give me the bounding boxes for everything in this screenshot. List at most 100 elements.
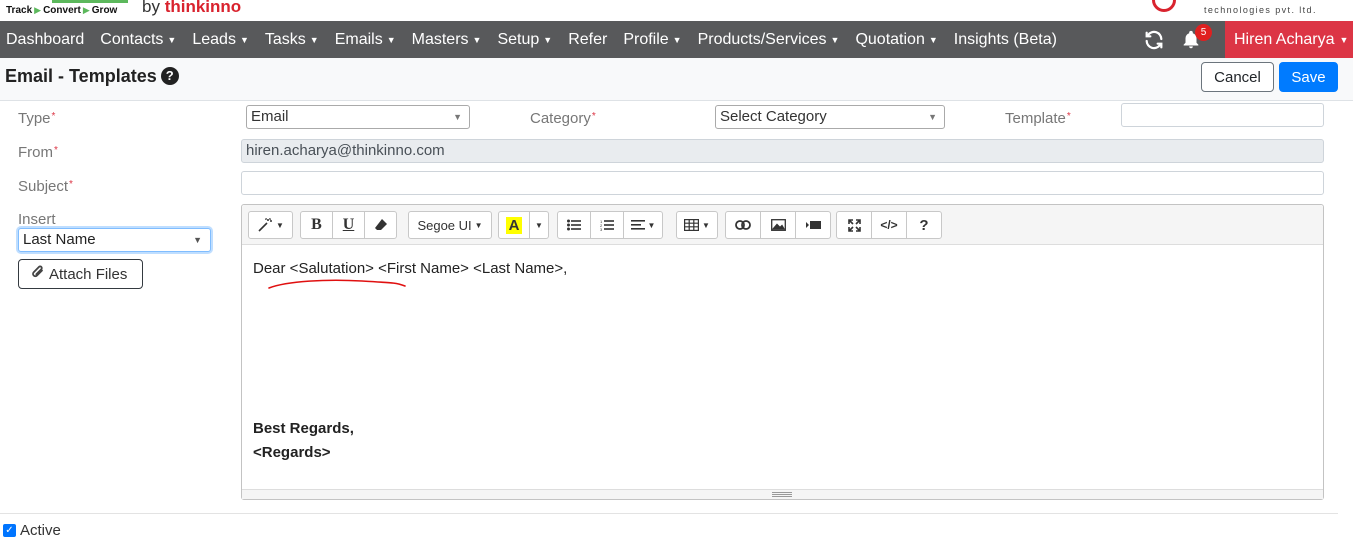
company-logo-icon [1152, 0, 1176, 12]
attach-files-button[interactable]: Attach Files [18, 259, 143, 289]
brand-logo-strip [52, 0, 128, 3]
font-name: Segoe UI [417, 217, 472, 233]
color-dropdown-caret[interactable]: ▼ [529, 211, 549, 239]
page-title: Email - Templates? [5, 66, 179, 87]
paperclip-icon [31, 264, 45, 284]
image-icon[interactable] [760, 211, 796, 239]
caret-down-icon: ▼ [239, 34, 249, 45]
page-header: Email - Templates? Cancel Save [0, 58, 1353, 101]
brand-bar: Track ▶ Convert ▶ Grow by thinkinno technolo… [0, 0, 1353, 21]
ordered-list-icon[interactable]: 123 [590, 211, 624, 239]
video-icon[interactable] [795, 211, 831, 239]
notification-count-badge: 5 [1195, 24, 1212, 41]
from-label-text: From [18, 144, 53, 161]
save-button[interactable]: Save [1279, 62, 1338, 92]
template-label: Template* [1005, 110, 1071, 127]
nav-item-label: Leads [192, 30, 236, 48]
eraser-icon[interactable] [364, 211, 397, 239]
toolbar-table-group: ▼ [676, 211, 718, 239]
tagline-convert: Convert [43, 5, 81, 16]
nav-item-products-services[interactable]: Products/Services ▼ [690, 31, 848, 49]
main-navbar: Dashboard Contacts ▼ Leads ▼ Tasks ▼ Emails ▼ Mas… [0, 21, 1353, 58]
type-label: Type* [18, 110, 55, 127]
bold-icon[interactable]: B [300, 211, 333, 239]
required-asterisk: * [591, 111, 596, 122]
svg-text:3: 3 [600, 227, 603, 231]
editor-greeting-line: Dear <Salutation> <First Name> <Last Nam… [253, 260, 568, 277]
nav-item-insights-beta[interactable]: Insights (Beta) [946, 31, 1065, 49]
rich-text-editor: ▼ B U Segoe UI ▼ A ▼ 123 ▼ ▼ </> ? Dear … [241, 204, 1324, 500]
nav-item-quotation[interactable]: Quotation ▼ [847, 31, 945, 49]
code-view-icon[interactable]: </> [871, 211, 907, 239]
nav-item-label: Setup [497, 30, 540, 48]
toolbar-style-group: ▼ [248, 211, 293, 239]
nav-item-emails[interactable]: Emails ▼ [327, 31, 404, 49]
toolbar-format-group: B U [300, 211, 397, 239]
question-circle-icon[interactable]: ? [160, 67, 179, 85]
toolbar-list-group: 123 ▼ [557, 211, 663, 239]
subject-label: Subject* [18, 178, 73, 195]
help-icon[interactable]: ? [906, 211, 942, 239]
underline-icon[interactable]: U [332, 211, 365, 239]
type-select[interactable]: Email ▼ [246, 105, 470, 129]
unordered-list-icon[interactable] [557, 211, 591, 239]
nav-item-setup[interactable]: Setup ▼ [489, 31, 560, 49]
caret-down-icon: ▼ [672, 34, 682, 45]
brand-tagline: Track ▶ Convert ▶ Grow [6, 5, 117, 16]
cancel-button[interactable]: Cancel [1201, 62, 1274, 92]
subject-input[interactable] [241, 171, 1324, 195]
category-select-value: Select Category [720, 108, 827, 125]
editor-resize-bar[interactable] [242, 489, 1323, 499]
link-icon[interactable] [725, 211, 761, 239]
editor-closing-line: Best Regards, [253, 420, 354, 437]
caret-down-icon: ▼ [830, 34, 840, 45]
nav-item-leads[interactable]: Leads ▼ [184, 31, 257, 49]
toolbar-view-group: </> ? [836, 211, 942, 239]
category-select[interactable]: Select Category ▼ [715, 105, 945, 129]
caret-down-icon: ▼ [309, 34, 319, 45]
template-label-text: Template [1005, 110, 1066, 127]
font-family-dropdown[interactable]: Segoe UI ▼ [408, 211, 492, 239]
editor-signature-line: <Regards> [253, 444, 331, 461]
page-title-text: Email - Templates [5, 66, 157, 86]
nav-item-label: Quotation [855, 30, 925, 48]
nav-item-label: Insights (Beta) [953, 30, 1057, 48]
type-select-value: Email [251, 108, 289, 125]
editor-toolbar: ▼ B U Segoe UI ▼ A ▼ 123 ▼ ▼ </> ? [242, 205, 1323, 245]
insert-select-value: Last Name [23, 231, 96, 248]
paragraph-align-icon[interactable]: ▼ [623, 211, 663, 239]
brand-by-text: by [142, 0, 160, 16]
template-name-input[interactable] [1121, 103, 1324, 127]
nav-item-profile[interactable]: Profile ▼ [615, 31, 689, 49]
refresh-icon[interactable] [1143, 29, 1165, 57]
nav-item-label: Emails [334, 30, 383, 48]
nav-item-dashboard[interactable]: Dashboard [0, 31, 92, 49]
required-asterisk: * [69, 179, 73, 190]
company-logo-subtitle: technologies pvt. ltd. [1204, 5, 1317, 15]
arrow-right-icon: ▶ [82, 5, 90, 15]
fullscreen-icon[interactable] [836, 211, 872, 239]
magic-wand-icon[interactable]: ▼ [248, 211, 293, 239]
type-label-text: Type [18, 110, 51, 127]
nav-menu: Dashboard Contacts ▼ Leads ▼ Tasks ▼ Emails ▼ Mas… [0, 21, 1065, 58]
nav-item-refer[interactable]: Refer [560, 31, 615, 49]
required-asterisk: * [54, 145, 58, 156]
user-menu-button[interactable]: Hiren Acharya ▼ [1225, 21, 1353, 58]
caret-down-icon: ▼ [472, 34, 482, 45]
insert-field-select[interactable]: Last Name ▼ [18, 228, 211, 252]
from-email-field: hiren.acharya@thinkinno.com [241, 139, 1324, 163]
brand-company: thinkinno [164, 0, 242, 16]
nav-item-tasks[interactable]: Tasks ▼ [257, 31, 327, 49]
active-checkbox[interactable]: ✓ [3, 524, 16, 537]
red-underline-annotation [268, 279, 406, 289]
nav-item-masters[interactable]: Masters ▼ [404, 31, 490, 49]
subject-label-text: Subject [18, 178, 69, 195]
nav-item-label: Dashboard [6, 30, 85, 48]
chevron-down-icon: ▼ [453, 112, 462, 122]
highlight-color-icon[interactable]: A [498, 211, 530, 239]
table-icon[interactable]: ▼ [676, 211, 718, 239]
form-divider [0, 513, 1338, 514]
nav-item-contacts[interactable]: Contacts ▼ [92, 31, 184, 49]
category-label: Category* [530, 110, 596, 127]
caret-down-icon: ▼ [1339, 34, 1349, 45]
